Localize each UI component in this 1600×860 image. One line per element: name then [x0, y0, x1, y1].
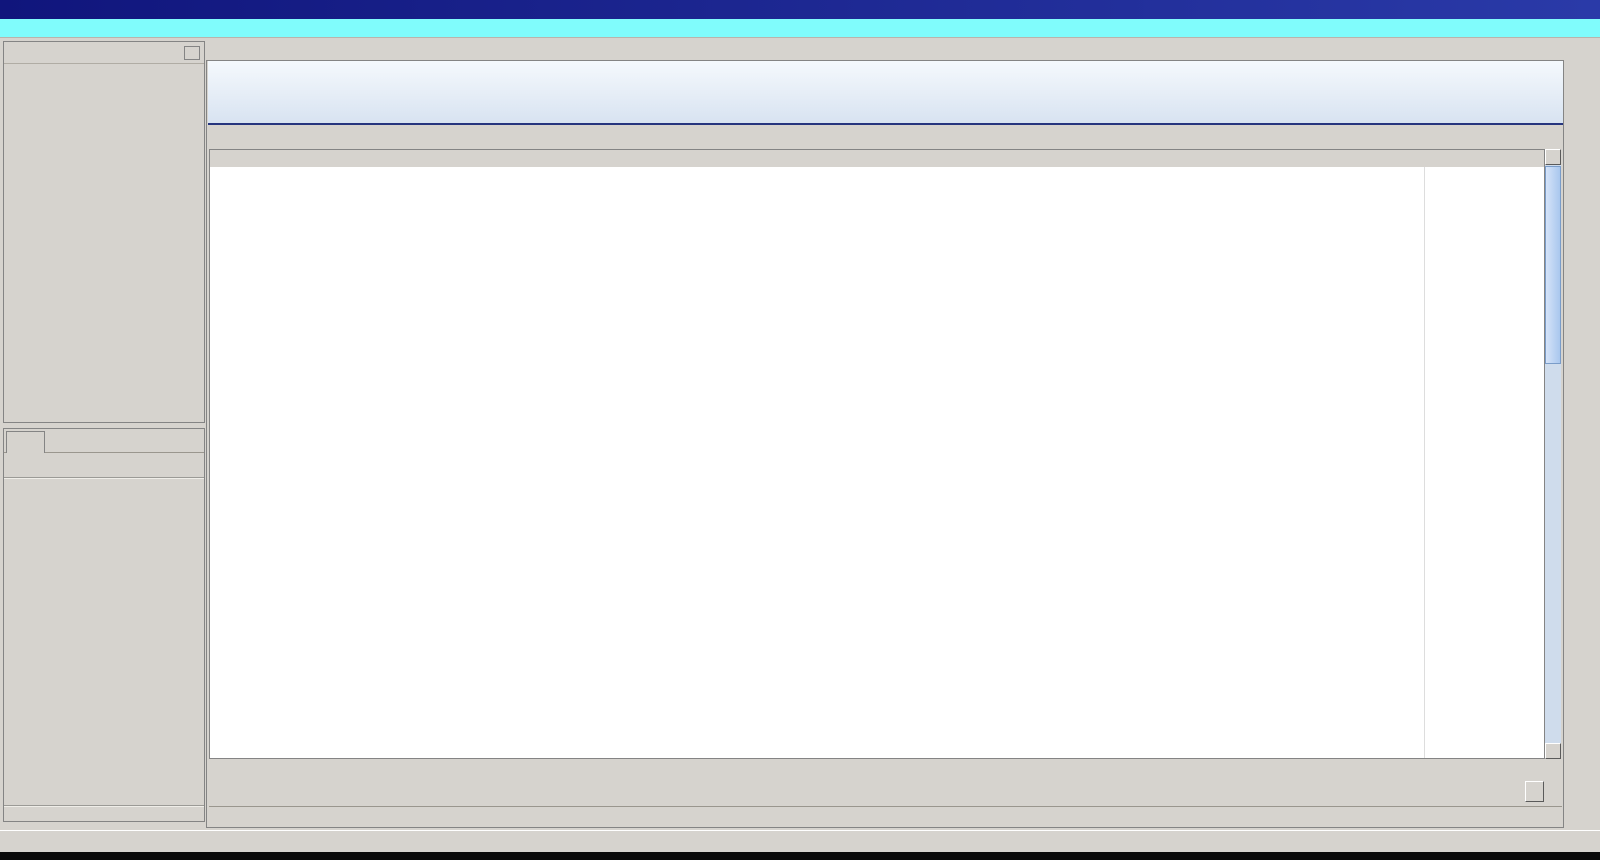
bottom-edge — [0, 852, 1600, 860]
collapse-panel-button[interactable] — [184, 45, 200, 60]
sidebar-header — [4, 42, 204, 64]
tab-strip — [206, 37, 1564, 60]
results-header-banner — [208, 61, 1563, 125]
booking-contents-header — [4, 429, 204, 453]
app-logo-icon — [3, 3, 20, 17]
sidebar-tree — [4, 64, 204, 69]
scroll-up-button[interactable] — [1545, 149, 1561, 165]
booking-contents-list — [4, 479, 204, 486]
bottom-tab-strip — [209, 806, 1562, 824]
info-button[interactable] — [1525, 781, 1544, 802]
scrollbar-thumb[interactable] — [1545, 166, 1561, 364]
grid-divider-line — [1424, 167, 1425, 758]
accommodation-results-view — [206, 60, 1564, 828]
menu-bar — [0, 19, 1600, 38]
title-bar — [0, 0, 1600, 19]
booking-contents-panel — [3, 428, 205, 822]
header-toolbar — [1557, 61, 1563, 123]
results-header-row — [210, 150, 1544, 167]
main-panel — [206, 37, 1564, 828]
booking-contents-totals — [4, 805, 204, 821]
booking-contents-tab[interactable] — [6, 431, 45, 453]
results-grid — [209, 149, 1545, 759]
scroll-down-button[interactable] — [1545, 743, 1561, 759]
status-bar — [0, 830, 1600, 852]
suitcase-icon — [13, 436, 28, 449]
booking-contents-toolbar — [4, 453, 204, 479]
navigation-sidebar — [3, 41, 205, 423]
vertical-scrollbar[interactable] — [1545, 149, 1561, 759]
